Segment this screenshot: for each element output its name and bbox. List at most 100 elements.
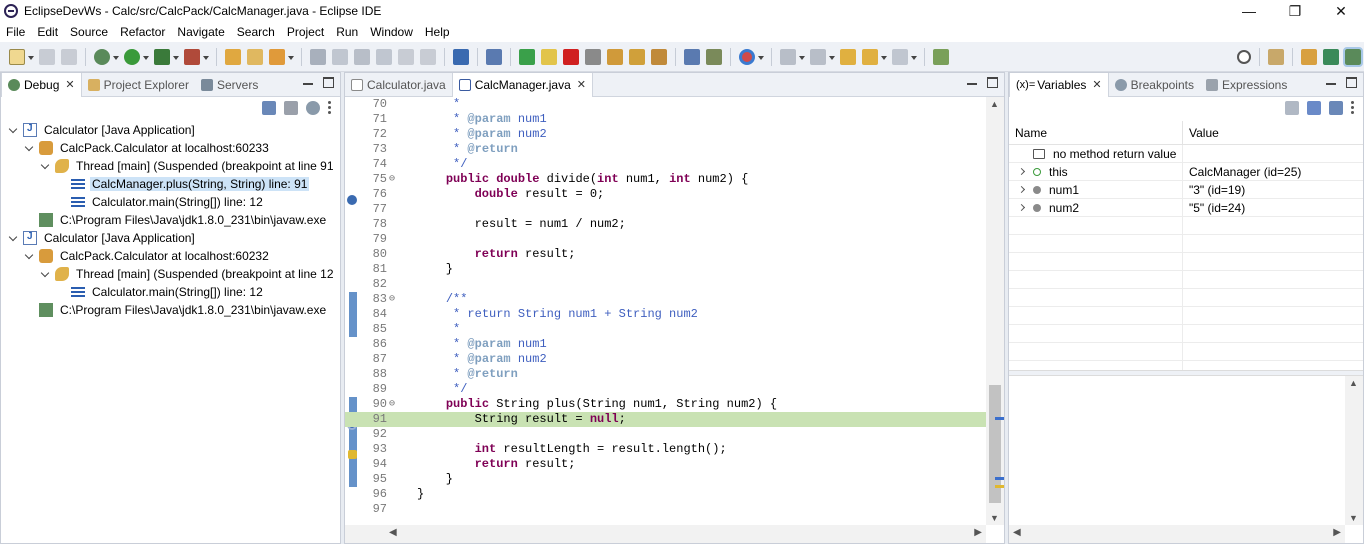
code-line[interactable]: 77 xyxy=(345,202,986,217)
open-perspective-icon[interactable] xyxy=(1268,48,1284,65)
code-line[interactable]: 97 xyxy=(345,502,986,517)
variable-row[interactable]: no method return value xyxy=(1009,145,1363,163)
code-line[interactable]: 95 } xyxy=(345,472,986,487)
details-vertical-scrollbar[interactable]: ▲ ▼ xyxy=(1345,376,1363,525)
minimize-view-icon[interactable] xyxy=(1326,83,1336,85)
show-debug-icon[interactable] xyxy=(306,101,320,115)
pin-icon[interactable] xyxy=(310,48,326,65)
tree-item[interactable]: Calculator.main(String[]) line: 12 xyxy=(1,283,340,301)
coverage-dropdown-icon[interactable] xyxy=(173,49,179,65)
last-edit-icon[interactable] xyxy=(840,48,856,65)
restore-button[interactable]: ❐ xyxy=(1272,0,1318,22)
step-over-icon[interactable] xyxy=(629,48,645,65)
run-icon[interactable] xyxy=(124,48,140,65)
external-tools-dropdown-icon[interactable] xyxy=(203,49,209,65)
expand-chevron-icon[interactable] xyxy=(1019,186,1027,194)
scroll-down-icon[interactable]: ▼ xyxy=(1349,513,1358,523)
code-line[interactable]: 73 * @return xyxy=(345,142,986,157)
fold-toggle-icon[interactable]: ⊖ xyxy=(389,292,397,307)
annotation-icon[interactable] xyxy=(354,48,370,65)
show-whitespace-icon[interactable] xyxy=(420,48,436,65)
fold-toggle-icon[interactable]: ⊖ xyxy=(389,172,397,187)
show-type-names-icon[interactable] xyxy=(1285,101,1299,115)
marker-icon[interactable] xyxy=(269,48,285,65)
block-selection-icon[interactable] xyxy=(376,48,392,65)
code-line[interactable]: 71 * @param num1 xyxy=(345,112,986,127)
close-icon[interactable]: ✕ xyxy=(1092,78,1101,91)
next-annotation-icon[interactable] xyxy=(780,48,796,65)
collapse-all-icon[interactable] xyxy=(262,101,276,115)
code-line[interactable]: 81 } xyxy=(345,262,986,277)
code-line[interactable]: 90 ⊖ public String plus(String num1, Stri… xyxy=(345,397,986,412)
forward-icon[interactable] xyxy=(892,48,908,65)
variable-row[interactable]: num1 "3" (id=19) xyxy=(1009,181,1363,199)
drop-to-frame-icon[interactable] xyxy=(684,48,700,65)
collapse-all-icon[interactable] xyxy=(1329,101,1343,115)
tab-debug[interactable]: Debug ✕ xyxy=(1,72,82,97)
minimize-view-icon[interactable] xyxy=(303,83,313,85)
close-icon[interactable]: ✕ xyxy=(65,78,74,91)
scroll-up-icon[interactable]: ▲ xyxy=(1349,378,1358,388)
fold-toggle-icon[interactable]: ⊖ xyxy=(389,397,397,412)
scroll-right-icon[interactable]: ▶ xyxy=(1333,527,1341,538)
variable-row[interactable]: this CalcManager (id=25) xyxy=(1009,163,1363,181)
tab-variables[interactable]: (x)= Variables ✕ xyxy=(1009,72,1109,97)
code-line[interactable]: 92 xyxy=(345,427,986,442)
menu-navigate[interactable]: Navigate xyxy=(171,22,230,42)
code-line[interactable]: 87 * @param num2 xyxy=(345,352,986,367)
coverage-icon[interactable] xyxy=(154,48,170,65)
java-perspective-icon[interactable] xyxy=(1301,48,1317,65)
previous-annotation-icon[interactable] xyxy=(810,48,826,65)
column-header-value[interactable]: Value xyxy=(1183,121,1363,145)
tree-item[interactable]: CalcManager.plus(String, String) line: 9… xyxy=(1,175,340,193)
expand-chevron-icon[interactable] xyxy=(9,233,19,243)
tree-item[interactable]: Calculator [Java Application] xyxy=(1,121,340,139)
variable-row[interactable]: num2 "5" (id=24) xyxy=(1009,199,1363,217)
tab-project-explorer[interactable]: Project Explorer xyxy=(82,73,195,97)
new-dropdown-icon[interactable] xyxy=(28,49,34,65)
forward-dropdown-icon[interactable] xyxy=(911,49,917,65)
new-icon[interactable] xyxy=(9,48,25,65)
tree-item[interactable]: Calculator [Java Application] xyxy=(1,229,340,247)
menu-run[interactable]: Run xyxy=(330,22,364,42)
step-return-icon[interactable] xyxy=(651,48,667,65)
tree-item[interactable]: C:\Program Files\Java\jdk1.8.0_231\bin\j… xyxy=(1,301,340,319)
code-line[interactable]: 70 * xyxy=(345,97,986,112)
code-editor[interactable]: 70 * 71 * @param num1 72 * @param num2 73 *… xyxy=(345,97,1004,543)
editor-vertical-scrollbar[interactable]: ▲ ▼ xyxy=(986,97,1004,525)
code-line[interactable]: 96} xyxy=(345,487,986,502)
code-line[interactable]: 75 ⊖ public double divide(int num1, int n… xyxy=(345,172,986,187)
menu-project[interactable]: Project xyxy=(281,22,330,42)
tab-breakpoints[interactable]: Breakpoints xyxy=(1109,73,1200,97)
code-line[interactable]: 76 double result = 0; xyxy=(345,187,986,202)
terminate-icon[interactable] xyxy=(563,48,579,65)
suspend-icon[interactable] xyxy=(541,48,557,65)
chrome-dropdown-icon[interactable] xyxy=(758,49,764,65)
step-into-icon[interactable] xyxy=(607,48,623,65)
show-logical-structure-icon[interactable] xyxy=(1307,101,1321,115)
maximize-view-icon[interactable] xyxy=(323,77,334,88)
expand-chevron-icon[interactable] xyxy=(41,161,51,171)
overview-ruler-mark[interactable] xyxy=(995,485,1004,488)
code-line[interactable]: 94 return result; xyxy=(345,457,986,472)
save-all-icon[interactable] xyxy=(61,48,77,65)
view-menu-icon[interactable] xyxy=(1351,101,1355,115)
disconnect-icon[interactable] xyxy=(585,48,601,65)
save-icon[interactable] xyxy=(39,48,55,65)
scroll-up-icon[interactable]: ▲ xyxy=(990,99,999,109)
code-line[interactable]: 79 xyxy=(345,232,986,247)
variable-details-pane[interactable]: ▲ ▼ ◀ ▶ xyxy=(1009,376,1363,543)
word-wrap-icon[interactable] xyxy=(398,48,414,65)
tree-item[interactable]: Calculator.main(String[]) line: 12 xyxy=(1,193,340,211)
pencil-icon[interactable] xyxy=(332,48,348,65)
code-line[interactable]: 91 String result = null; xyxy=(345,412,986,427)
tree-item[interactable]: CalcPack.Calculator at localhost:60233 xyxy=(1,139,340,157)
column-header-name[interactable]: Name xyxy=(1009,121,1183,145)
tree-item[interactable]: CalcPack.Calculator at localhost:60232 xyxy=(1,247,340,265)
code-line[interactable]: 84 * return String num1 + String num2 xyxy=(345,307,986,322)
tab-servers[interactable]: Servers xyxy=(195,73,264,97)
code-line[interactable]: 74 */ xyxy=(345,157,986,172)
scroll-right-icon[interactable]: ▶ xyxy=(974,527,982,538)
scroll-left-icon[interactable]: ◀ xyxy=(1013,527,1021,538)
tree-item[interactable]: Thread [main] (Suspended (breakpoint at … xyxy=(1,265,340,283)
